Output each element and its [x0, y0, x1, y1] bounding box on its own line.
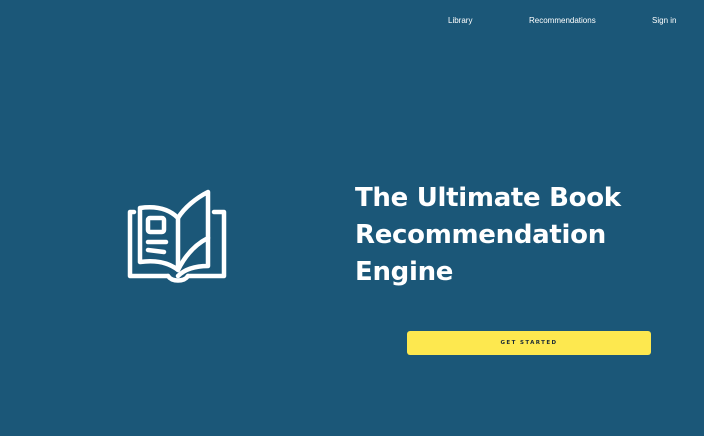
- hero-title-line-3: Engine: [355, 257, 454, 287]
- hero-title: The Ultimate Book Recommendation Engine: [355, 180, 675, 291]
- hero-title-line-2: Recommendation: [355, 220, 606, 250]
- landing-page: Library Recommendations Sign in The Ulti…: [0, 0, 704, 436]
- hero-title-line-1: The Ultimate Book: [355, 183, 621, 213]
- nav-link-recommendations[interactable]: Recommendations: [529, 14, 596, 28]
- get-started-button[interactable]: GET STARTED: [407, 331, 651, 355]
- top-nav: Library Recommendations Sign in: [0, 14, 704, 30]
- nav-link-library[interactable]: Library: [448, 14, 472, 28]
- nav-link-sign-in[interactable]: Sign in: [652, 14, 676, 28]
- open-book-icon: [126, 188, 230, 292]
